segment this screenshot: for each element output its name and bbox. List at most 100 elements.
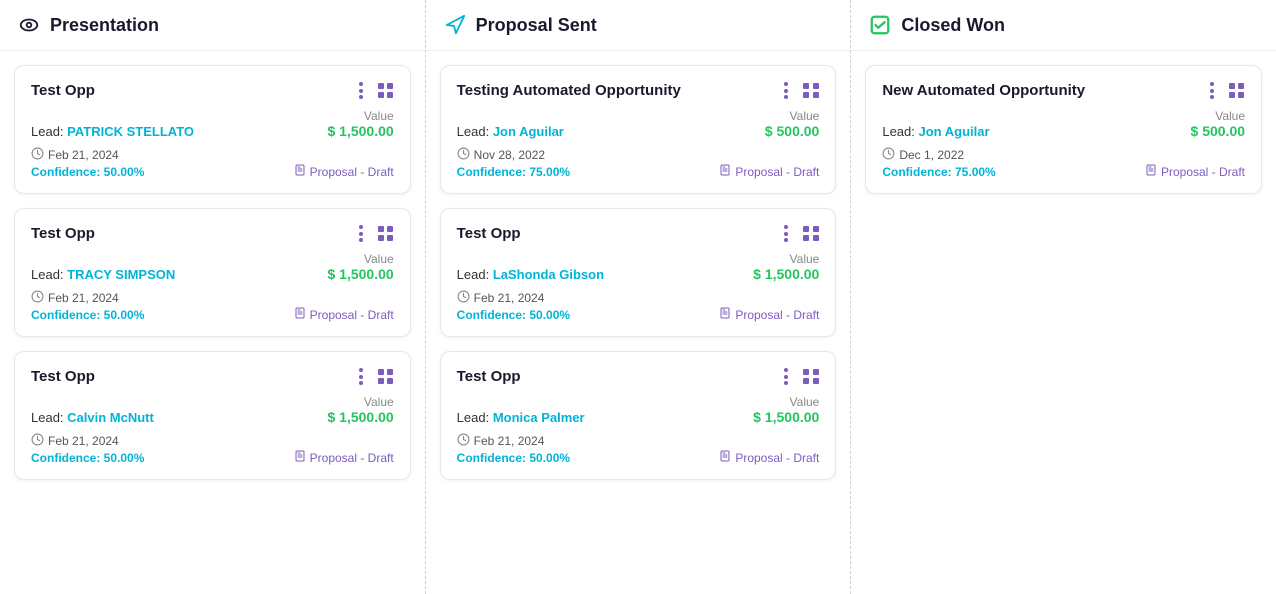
card[interactable]: Test Opp Lead: LaShonda G — [440, 208, 837, 337]
card-meta: Feb 21, 2024 Confidence: 50.00% — [457, 286, 570, 322]
card-meta: Feb 21, 2024 Confidence: 50.00% — [31, 143, 144, 179]
card-date: Feb 21, 2024 — [457, 433, 570, 449]
card-date-text: Feb 21, 2024 — [474, 291, 545, 305]
card-proposal: Proposal - Draft — [294, 307, 394, 322]
card-value-label: Value — [1191, 109, 1246, 123]
card-grid-button[interactable] — [803, 369, 819, 384]
card-lead-link[interactable]: Jon Aguilar — [919, 124, 990, 139]
kanban-board: Presentation Test Opp — [0, 0, 1276, 594]
doc-icon — [719, 164, 731, 179]
card-menu-button[interactable] — [777, 225, 795, 242]
card-proposal: Proposal - Draft — [294, 450, 394, 465]
card-meta: Feb 21, 2024 Confidence: 50.00% — [31, 429, 144, 465]
card-top: Test Opp — [31, 225, 394, 242]
card[interactable]: Test Opp Lead: PATRICK ST — [14, 65, 411, 194]
clock-icon — [31, 147, 44, 163]
card-value-amount: $ 500.00 — [765, 123, 820, 139]
card-meta: Feb 21, 2024 Confidence: 50.00% — [31, 286, 144, 322]
card-value-amount: $ 1,500.00 — [328, 409, 394, 425]
card-value-amount: $ 1,500.00 — [753, 266, 819, 282]
card-menu-button[interactable] — [352, 368, 370, 385]
card[interactable]: Test Opp Lead: Calvin McN — [14, 351, 411, 480]
card-title: New Automated Opportunity — [882, 82, 1085, 99]
card-date: Feb 21, 2024 — [457, 290, 570, 306]
send-icon — [444, 14, 466, 36]
column-body-closed-won: New Automated Opportunity — [851, 51, 1276, 594]
card-title: Test Opp — [31, 82, 95, 99]
card-grid-button[interactable] — [803, 83, 819, 98]
card-lead-link[interactable]: LaShonda Gibson — [493, 267, 604, 282]
clock-icon — [457, 147, 470, 163]
clock-icon — [457, 433, 470, 449]
card-proposal-text: Proposal - Draft — [1161, 165, 1245, 179]
card-menu-button[interactable] — [777, 368, 795, 385]
card-actions — [352, 82, 394, 99]
card-value-label: Value — [753, 395, 819, 409]
card-date-text: Feb 21, 2024 — [474, 434, 545, 448]
card-grid-button[interactable] — [1229, 83, 1245, 98]
card-top: Test Opp — [457, 225, 820, 242]
card-confidence: Confidence: 75.00% — [882, 165, 995, 179]
doc-icon — [294, 307, 306, 322]
card[interactable]: Testing Automated Opportunity — [440, 65, 837, 194]
card-lead-link[interactable]: Jon Aguilar — [493, 124, 564, 139]
card-date-text: Feb 21, 2024 — [48, 148, 119, 162]
card-value-row: Lead: Jon Aguilar Value $ 500.00 — [882, 109, 1245, 139]
card-proposal-text: Proposal - Draft — [735, 165, 819, 179]
card-menu-button[interactable] — [1203, 82, 1221, 99]
card-value-row: Lead: Monica Palmer Value $ 1,500.00 — [457, 395, 820, 425]
card-menu-button[interactable] — [352, 82, 370, 99]
card-top: Testing Automated Opportunity — [457, 82, 820, 99]
column-body-proposal-sent: Testing Automated Opportunity — [426, 51, 851, 594]
card-proposal-text: Proposal - Draft — [310, 451, 394, 465]
card-bottom: Feb 21, 2024 Confidence: 50.00% Proposal… — [31, 429, 394, 465]
check-icon — [869, 14, 891, 36]
card-top: Test Opp — [457, 368, 820, 385]
card-actions — [1203, 82, 1245, 99]
doc-icon — [1145, 164, 1157, 179]
card-lead-link[interactable]: Calvin McNutt — [67, 410, 154, 425]
card-lead: Lead: LaShonda Gibson — [457, 267, 604, 282]
card-lead-link[interactable]: PATRICK STELLATO — [67, 124, 194, 139]
card-date: Dec 1, 2022 — [882, 147, 995, 163]
card[interactable]: Test Opp Lead: TRACY SIMP — [14, 208, 411, 337]
card-value-label: Value — [328, 252, 394, 266]
doc-icon — [294, 450, 306, 465]
card-lead-link[interactable]: Monica Palmer — [493, 410, 585, 425]
card-confidence: Confidence: 50.00% — [31, 451, 144, 465]
card-lead-link[interactable]: TRACY SIMPSON — [67, 267, 175, 282]
card-actions — [352, 225, 394, 242]
card-confidence: Confidence: 50.00% — [31, 308, 144, 322]
card-value-block: Value $ 1,500.00 — [328, 109, 394, 139]
card-bottom: Feb 21, 2024 Confidence: 50.00% Proposal… — [31, 143, 394, 179]
eye-icon — [18, 14, 40, 36]
card-meta: Dec 1, 2022 Confidence: 75.00% — [882, 143, 995, 179]
card-value-label: Value — [328, 109, 394, 123]
card-menu-button[interactable] — [352, 225, 370, 242]
card-value-block: Value $ 1,500.00 — [753, 252, 819, 282]
column-presentation: Presentation Test Opp — [0, 0, 426, 594]
column-title-proposal-sent: Proposal Sent — [476, 15, 597, 36]
column-header-closed-won: Closed Won — [851, 0, 1276, 51]
card-grid-button[interactable] — [803, 226, 819, 241]
card-value-block: Value $ 1,500.00 — [753, 395, 819, 425]
card-proposal: Proposal - Draft — [719, 164, 819, 179]
card-title: Testing Automated Opportunity — [457, 82, 681, 99]
card-grid-button[interactable] — [378, 226, 394, 241]
card-grid-button[interactable] — [378, 83, 394, 98]
card-proposal: Proposal - Draft — [719, 307, 819, 322]
card-value-amount: $ 500.00 — [1191, 123, 1246, 139]
card-title: Test Opp — [457, 368, 521, 385]
card-value-label: Value — [765, 109, 820, 123]
card-date-text: Feb 21, 2024 — [48, 434, 119, 448]
card-confidence: Confidence: 50.00% — [457, 451, 570, 465]
card-grid-button[interactable] — [378, 369, 394, 384]
card[interactable]: Test Opp Lead: Monica Pal — [440, 351, 837, 480]
card-title: Test Opp — [31, 225, 95, 242]
card-proposal-text: Proposal - Draft — [735, 308, 819, 322]
card[interactable]: New Automated Opportunity — [865, 65, 1262, 194]
card-proposal: Proposal - Draft — [294, 164, 394, 179]
column-closed-won: Closed Won New Automated Opportunity — [851, 0, 1276, 594]
card-menu-button[interactable] — [777, 82, 795, 99]
card-proposal: Proposal - Draft — [1145, 164, 1245, 179]
